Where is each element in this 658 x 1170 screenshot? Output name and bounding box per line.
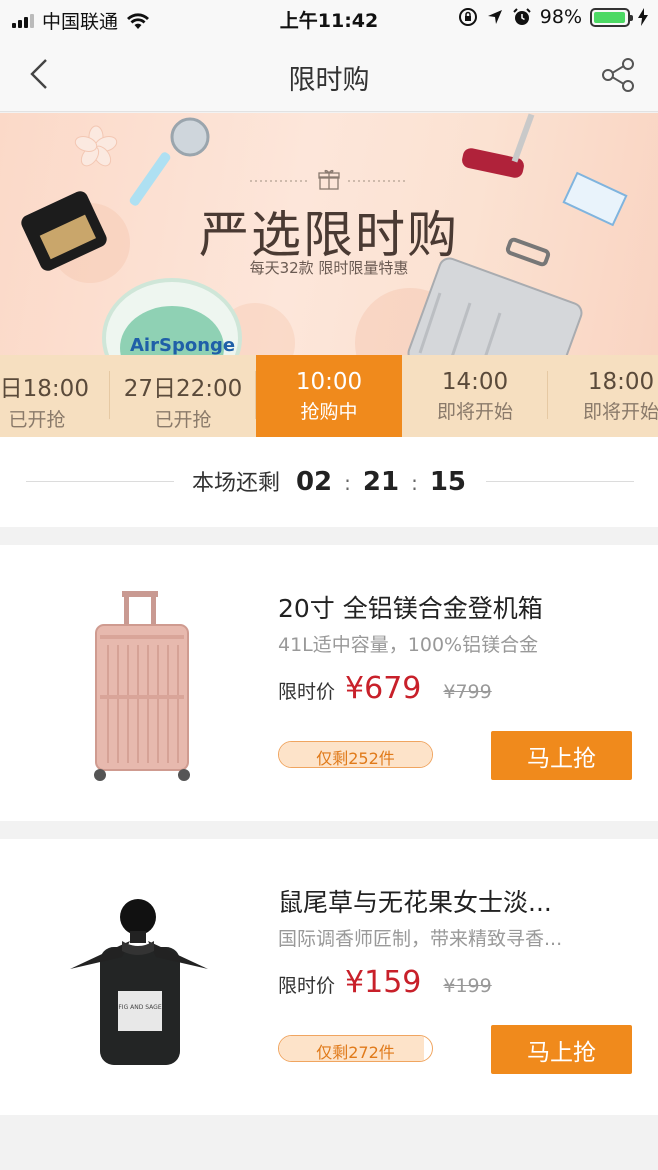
product-desc: 41L适中容量，100%铝镁合金: [278, 634, 539, 656]
buy-now-button[interactable]: 马上抢: [491, 1025, 632, 1074]
stock-badge: 仅剩272件: [278, 1035, 433, 1062]
stock-label: 仅剩252件: [316, 749, 395, 768]
tab-time: 27日22:00: [123, 376, 243, 402]
countdown-seconds: 15: [429, 467, 467, 497]
tab-time: 18:00: [587, 369, 655, 395]
product-name[interactable]: 鼠尾草与无花果女士淡...: [278, 883, 552, 919]
original-price: ¥799: [443, 681, 492, 703]
countdown-label: 本场还剩: [191, 471, 280, 496]
status-bar: 中国联通 上午11:42 98%: [0, 0, 658, 38]
page-title: 限时购: [288, 65, 370, 96]
sale-price: ¥679: [345, 671, 422, 706]
tab-session-1[interactable]: 7日18:00 已开抢: [0, 355, 110, 437]
location-icon: [487, 10, 502, 24]
tab-session-5[interactable]: 18:00 即将开始: [548, 355, 658, 437]
battery-icon: [590, 7, 633, 27]
buy-now-button[interactable]: 马上抢: [491, 731, 632, 780]
promo-banner[interactable]: AirSponge 严选限时购 每天32款 限时限量特惠: [0, 113, 658, 355]
product-card[interactable]: 20寸 全铝镁合金登机箱 41L适中容量，100%铝镁合金 限时价 ¥679 ¥…: [0, 545, 658, 821]
price-label: 限时价: [278, 975, 336, 997]
status-right: 98%: [458, 6, 648, 28]
alarm-icon: [513, 8, 531, 25]
stock-badge: 仅剩252件: [278, 741, 433, 768]
rotation-lock-icon: [458, 8, 477, 26]
tab-time: 14:00: [441, 369, 509, 395]
session-tabs: 7日18:00 已开抢 27日22:00 已开抢 10:00 抢购中 14:00…: [0, 355, 658, 449]
countdown-minutes: 21: [362, 467, 400, 497]
stock-label: 仅剩272件: [316, 1043, 395, 1062]
countdown-panel: 本场还剩 02 : 21 : 15: [0, 437, 658, 527]
tab-state: 抢购中: [300, 401, 358, 423]
perfume-image: FIG AND SAGE: [70, 899, 208, 1065]
tab-state: 即将开始: [582, 401, 658, 423]
suitcase-image: [94, 591, 190, 781]
price-label: 限时价: [278, 681, 336, 703]
original-price: ¥199: [443, 975, 492, 997]
product-card[interactable]: FIG AND SAGE 鼠尾草与无花果女士淡... 国际调香师匠制，带来精致寻…: [0, 839, 658, 1115]
countdown-timer: 本场还剩 02 : 21 : 15: [0, 465, 658, 497]
countdown-hours: 02: [295, 467, 333, 497]
tab-session-4[interactable]: 14:00 即将开始: [402, 355, 548, 437]
tab-state: 已开抢: [8, 409, 66, 431]
svg-text:FIG AND SAGE: FIG AND SAGE: [118, 1004, 161, 1011]
price-row: 限时价 ¥679 ¥799: [278, 671, 492, 706]
sale-price: ¥159: [345, 965, 422, 1000]
countdown-sep: :: [344, 471, 351, 495]
price-row: 限时价 ¥159 ¥199: [278, 965, 492, 1000]
product-name[interactable]: 20寸 全铝镁合金登机箱: [278, 589, 543, 625]
svg-text:AirSponge: AirSponge: [130, 335, 235, 355]
share-icon[interactable]: [600, 56, 638, 94]
banner-subtitle: 每天32款 限时限量特惠: [249, 259, 409, 277]
tab-session-3-active[interactable]: 10:00 抢购中: [256, 355, 402, 449]
countdown-sep: :: [411, 471, 418, 495]
tab-time: 10:00: [295, 369, 363, 395]
tab-state: 即将开始: [436, 401, 513, 423]
nav-bar: 限时购: [0, 38, 658, 112]
battery-percent: 98%: [539, 6, 582, 28]
tab-session-2[interactable]: 27日22:00 已开抢: [110, 355, 256, 437]
product-desc: 国际调香师匠制，带来精致寻香...: [278, 928, 563, 950]
charging-icon: [638, 8, 648, 26]
tab-time: 7日18:00: [0, 376, 89, 402]
tab-state: 已开抢: [154, 409, 212, 431]
